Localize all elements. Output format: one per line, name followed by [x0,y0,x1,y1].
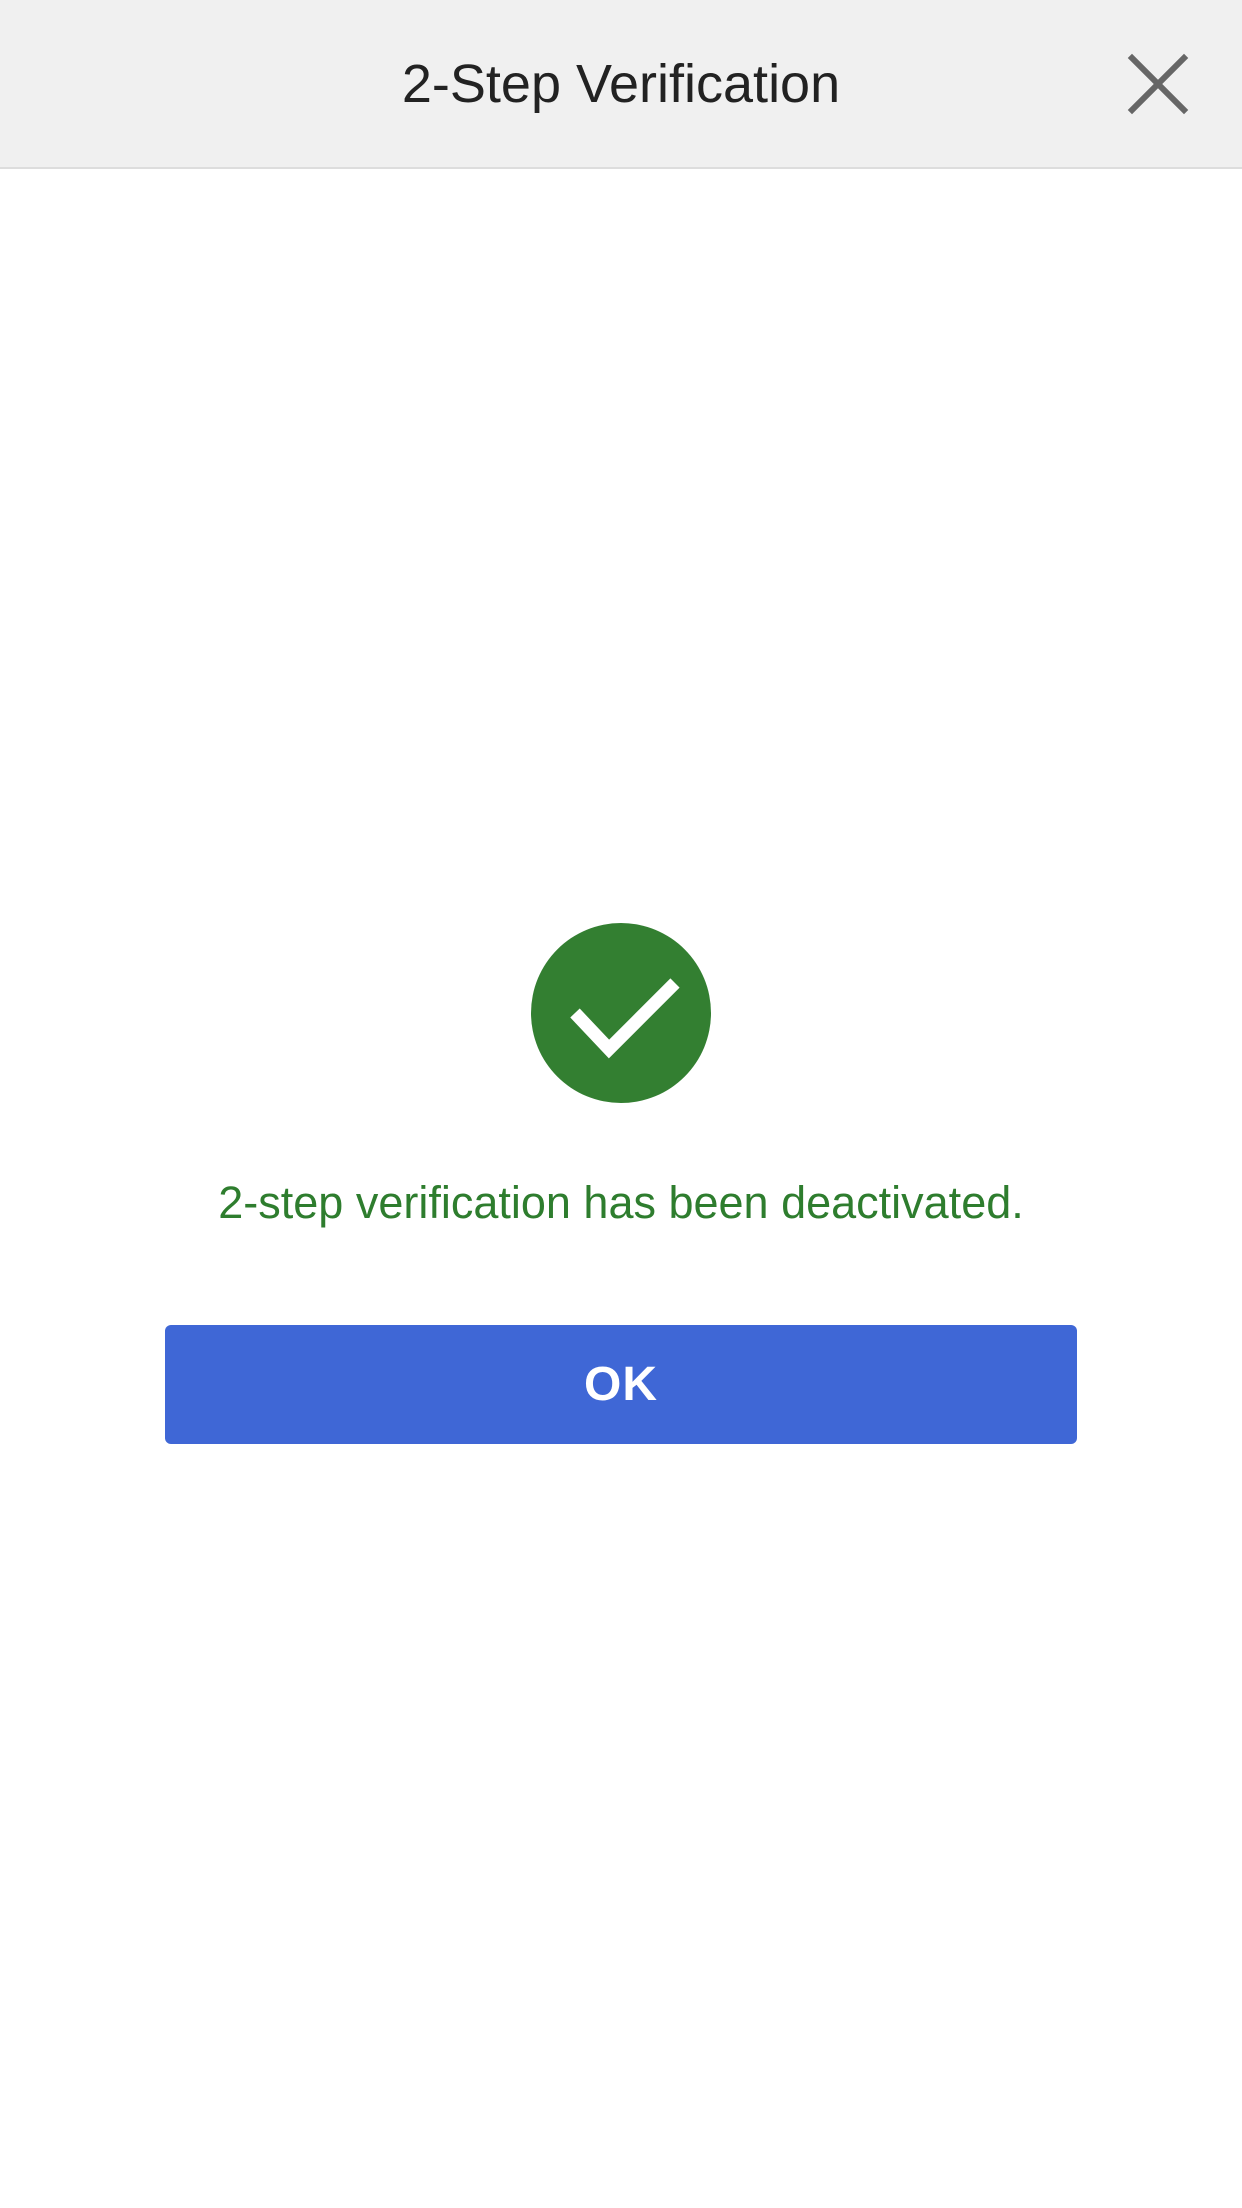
header-bar: 2-Step Verification [0,0,1242,169]
close-button[interactable] [1118,44,1198,124]
status-message: 2-step verification has been deactivated… [218,1177,1024,1228]
main-content: 2-step verification has been deactivated… [0,169,1242,2208]
app-window: 2-Step Verification 2-step verification … [0,0,1242,2208]
page-title: 2-Step Verification [401,54,841,114]
close-icon [1118,44,1198,124]
ok-button[interactable]: OK [165,1325,1077,1444]
check-circle-icon [531,923,711,1103]
